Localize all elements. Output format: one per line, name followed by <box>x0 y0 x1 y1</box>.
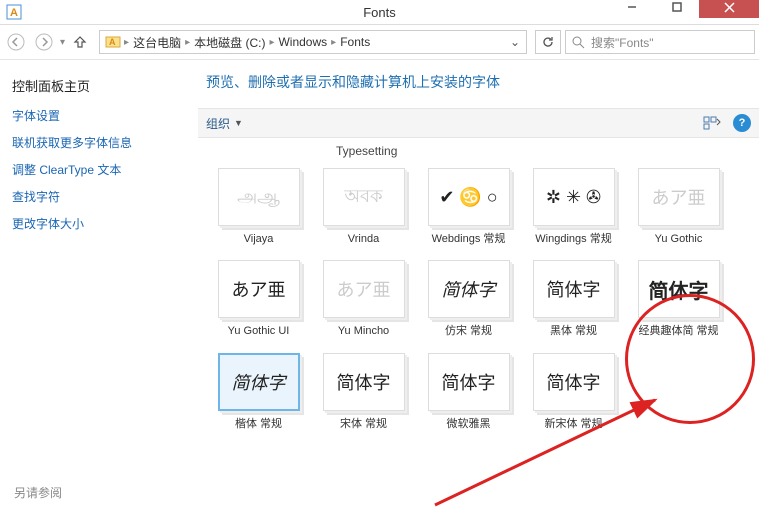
font-preview: あア亜 <box>323 260 405 318</box>
forward-button[interactable] <box>32 30 56 54</box>
font-preview: 简体字 <box>533 260 615 318</box>
font-preview: 简体字 <box>323 353 405 411</box>
font-tile-wingdings[interactable]: ✲ ✳ ✇ Wingdings 常规 <box>521 164 626 256</box>
svg-text:A: A <box>109 37 116 47</box>
font-tile-kaiti[interactable]: 简体字 楷体 常规 <box>206 349 311 441</box>
font-name: 新宋体 常规 <box>544 417 602 431</box>
chevron-down-icon[interactable]: ▼ <box>234 118 243 128</box>
font-tile-fangsong[interactable]: 简体字 仿宋 常规 <box>416 256 521 348</box>
font-preview: ✔ ♋ ○ <box>428 168 510 226</box>
font-name: Yu Gothic UI <box>228 324 290 338</box>
font-preview: 简体字 <box>638 260 720 318</box>
font-name: Webdings 常规 <box>432 232 506 246</box>
breadcrumb-segment[interactable]: Windows <box>274 35 331 49</box>
title-bar: A Fonts <box>0 0 759 24</box>
group-header: Typesetting <box>206 142 751 164</box>
font-name: Yu Gothic <box>655 232 703 246</box>
window-controls <box>609 0 759 18</box>
sidebar-link-font-settings[interactable]: 字体设置 <box>12 107 186 124</box>
refresh-button[interactable] <box>535 30 561 54</box>
font-preview: 简体字 <box>218 353 300 411</box>
font-name: Yu Mincho <box>338 324 389 338</box>
search-icon <box>572 36 585 49</box>
font-tile-yu-gothic-ui[interactable]: あア亜 Yu Gothic UI <box>206 256 311 348</box>
close-button[interactable] <box>699 0 759 18</box>
page-heading: 预览、删除或者显示和隐藏计算机上安装的字体 <box>198 60 759 108</box>
breadcrumb-segment[interactable]: 本地磁盘 (C:) <box>190 34 269 51</box>
window-title: Fonts <box>363 5 396 20</box>
sidebar-link-find-char[interactable]: 查找字符 <box>12 188 186 205</box>
fonts-app-icon: A <box>6 4 22 20</box>
font-preview: 简体字 <box>428 353 510 411</box>
font-tile-msyahei[interactable]: 简体字 微软雅黑 <box>416 349 521 441</box>
font-name: Vrinda <box>348 232 379 246</box>
font-tile-heiti[interactable]: 简体字 黑体 常规 <box>521 256 626 348</box>
font-name: 仿宋 常规 <box>445 324 492 338</box>
font-name: 经典趣体简 常规 <box>638 324 718 338</box>
font-tile-vrinda[interactable]: অবক Vrinda <box>311 164 416 256</box>
font-preview: あア亜 <box>218 260 300 318</box>
search-placeholder: 搜索"Fonts" <box>591 34 654 51</box>
font-preview: 简体字 <box>428 260 510 318</box>
font-name: Wingdings 常规 <box>535 232 611 246</box>
font-grid: Typesetting அஆ Vijaya অবক Vrinda ✔ ♋ ○ W… <box>198 138 759 515</box>
view-options-button[interactable] <box>701 113 723 133</box>
sidebar-link-cleartype[interactable]: 调整 ClearType 文本 <box>12 161 186 178</box>
font-name: 楷体 常规 <box>235 417 282 431</box>
font-tile-webdings[interactable]: ✔ ♋ ○ Webdings 常规 <box>416 164 521 256</box>
content-area: 控制面板主页 字体设置 联机获取更多字体信息 调整 ClearType 文本 查… <box>0 60 759 515</box>
font-preview: あア亜 <box>638 168 720 226</box>
font-name: 微软雅黑 <box>447 417 491 431</box>
sidebar-link-get-fonts-online[interactable]: 联机获取更多字体信息 <box>12 134 186 151</box>
address-dropdown-icon[interactable]: ⌄ <box>504 35 526 49</box>
nav-toolbar: ▾ A ▸ 这台电脑 ▸ 本地磁盘 (C:) ▸ Windows ▸ Fonts… <box>0 24 759 60</box>
up-button[interactable] <box>69 31 91 53</box>
sidebar-see-also: 另请参阅 <box>14 484 62 501</box>
font-preview: 简体字 <box>533 353 615 411</box>
svg-text:A: A <box>10 7 18 19</box>
recent-dropdown-icon[interactable]: ▾ <box>60 37 65 48</box>
sidebar-link-font-size[interactable]: 更改字体大小 <box>12 215 186 232</box>
font-tile-xinsongti[interactable]: 简体字 新宋体 常规 <box>521 349 626 441</box>
help-icon[interactable]: ? <box>733 114 751 132</box>
font-preview: ✲ ✳ ✇ <box>533 168 615 226</box>
font-preview: அஆ <box>218 168 300 226</box>
back-button[interactable] <box>4 30 28 54</box>
font-tile-songti[interactable]: 简体字 宋体 常规 <box>311 349 416 441</box>
font-tile-yu-mincho[interactable]: あア亜 Yu Mincho <box>311 256 416 348</box>
sidebar-title[interactable]: 控制面板主页 <box>12 76 186 95</box>
font-tile-jingdian-quti[interactable]: 简体字 经典趣体简 常规 <box>626 256 731 348</box>
folder-icon: A <box>104 33 122 51</box>
font-tile-yu-gothic[interactable]: あア亜 Yu Gothic <box>626 164 731 256</box>
breadcrumb-segment[interactable]: Fonts <box>336 35 374 49</box>
search-input[interactable]: 搜索"Fonts" <box>565 30 755 54</box>
main-panel: 预览、删除或者显示和隐藏计算机上安装的字体 组织 ▼ ? Typesetting… <box>198 60 759 515</box>
font-name: 宋体 常规 <box>340 417 387 431</box>
font-name: Vijaya <box>244 232 274 246</box>
command-bar: 组织 ▼ ? <box>198 108 759 138</box>
address-bar[interactable]: A ▸ 这台电脑 ▸ 本地磁盘 (C:) ▸ Windows ▸ Fonts ⌄ <box>99 30 527 54</box>
breadcrumb-segment[interactable]: 这台电脑 <box>129 34 185 51</box>
sidebar: 控制面板主页 字体设置 联机获取更多字体信息 调整 ClearType 文本 查… <box>0 60 198 515</box>
organize-button[interactable]: 组织 <box>206 115 230 132</box>
minimize-button[interactable] <box>609 0 654 18</box>
font-preview: অবক <box>323 168 405 226</box>
font-name: 黑体 常规 <box>550 324 597 338</box>
font-tile-vijaya[interactable]: அஆ Vijaya <box>206 164 311 256</box>
maximize-button[interactable] <box>654 0 699 18</box>
